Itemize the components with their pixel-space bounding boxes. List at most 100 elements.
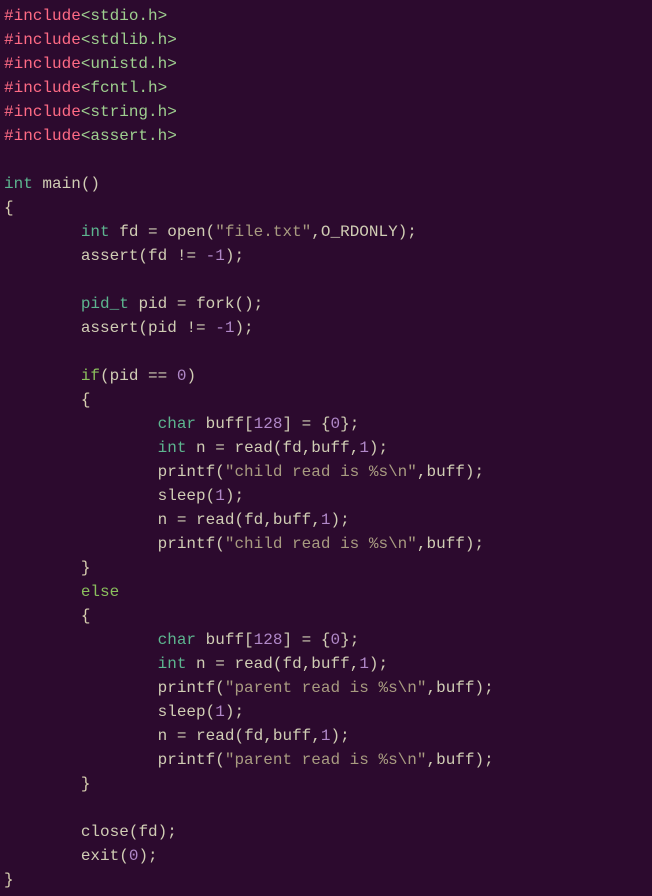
code-line: close(fd); [4,820,648,844]
code-token: ( [138,247,148,265]
code-token: { [81,607,91,625]
code-token: = [167,511,196,529]
code-token [4,607,81,625]
code-token: <string.h> [81,103,177,121]
code-line: } [4,556,648,580]
code-token [4,679,158,697]
code-token: = [206,439,235,457]
code-token [33,175,43,193]
code-line: #include<assert.h> [4,124,648,148]
code-token [4,583,81,601]
code-token: buff [311,655,349,673]
code-line: { [4,196,648,220]
code-token: main [42,175,80,193]
code-token [4,727,158,745]
code-token: ); [475,751,494,769]
code-token: ( [215,463,225,481]
code-token: pid_t [81,295,129,313]
code-token: #include [4,55,81,73]
code-line: #include<stdlib.h> [4,28,648,52]
code-token: <unistd.h> [81,55,177,73]
code-token: , [263,511,273,529]
code-token [4,703,158,721]
code-token: 1 [215,487,225,505]
code-token: != [177,319,215,337]
code-token: ); [369,655,388,673]
code-token: "child read is %s\n" [225,463,417,481]
code-token: 128 [254,415,283,433]
code-token: #include [4,127,81,145]
code-token: { [4,199,14,217]
code-token [4,775,81,793]
code-line: int fd = open("file.txt",O_RDONLY); [4,220,648,244]
code-token: ( [206,223,216,241]
code-line [4,268,648,292]
code-token: = [167,727,196,745]
code-token: #include [4,79,81,97]
code-line: sleep(1); [4,484,648,508]
code-token: <fcntl.h> [81,79,167,97]
code-token: -1 [206,247,225,265]
code-token: n [196,655,206,673]
code-token: else [81,583,119,601]
code-token: fd [244,511,263,529]
code-token [4,319,81,337]
code-token: ( [129,823,139,841]
code-token: O_RDONLY [321,223,398,241]
code-token: exit [81,847,119,865]
code-token: ( [215,535,225,553]
code-token: } [4,871,14,889]
code-token: n [158,511,168,529]
code-token: if [81,367,100,385]
code-token: #include [4,7,81,25]
code-token: printf [158,751,216,769]
code-token: <stdio.h> [81,7,167,25]
code-token: buff [206,631,244,649]
code-token: , [350,439,360,457]
code-line: printf("parent read is %s\n",buff); [4,676,648,700]
code-token: fd [282,439,301,457]
code-token [4,559,81,577]
code-token: read [234,655,272,673]
code-token: ( [234,727,244,745]
code-token: "child read is %s\n" [225,535,417,553]
code-token: ); [225,703,244,721]
code-token: read [234,439,272,457]
code-line: #include<unistd.h> [4,52,648,76]
code-token: ); [225,487,244,505]
code-token: printf [158,679,216,697]
code-line: #include<fcntl.h> [4,76,648,100]
code-token: buff [436,679,474,697]
code-token: , [302,439,312,457]
code-token: fd [282,655,301,673]
code-token [4,463,158,481]
code-token [4,823,81,841]
code-token: read [196,727,234,745]
code-line: printf("child read is %s\n",buff); [4,460,648,484]
code-token: [ [244,631,254,649]
code-token: ); [331,727,350,745]
code-token: } [81,559,91,577]
code-token: -1 [215,319,234,337]
code-token: ); [158,823,177,841]
code-token: ); [234,319,253,337]
code-token: 1 [321,727,331,745]
code-token: "parent read is %s\n" [225,679,427,697]
code-line: pid_t pid = fork(); [4,292,648,316]
code-token: , [426,679,436,697]
code-token: 1 [321,511,331,529]
code-line: char buff[128] = {0}; [4,628,648,652]
code-token [4,535,158,553]
code-line: } [4,868,648,892]
code-token [4,631,158,649]
code-token [4,247,81,265]
code-token: printf [158,535,216,553]
code-line: sleep(1); [4,700,648,724]
code-token: buff [311,439,349,457]
code-token: int [158,655,187,673]
code-line: assert(fd != -1); [4,244,648,268]
code-token: "file.txt" [215,223,311,241]
code-token: fd [138,823,157,841]
code-token: , [311,727,321,745]
code-token [196,415,206,433]
